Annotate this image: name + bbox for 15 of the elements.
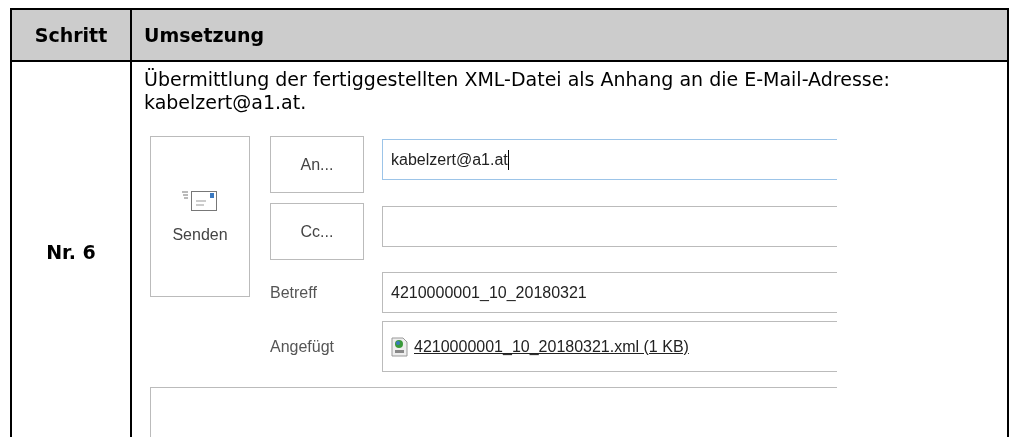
envelope-icon [182,189,218,212]
xml-file-icon [391,336,408,357]
cc-button[interactable]: Cc... [270,203,364,260]
to-button[interactable]: An... [270,136,364,193]
send-button[interactable]: Senden [150,136,250,297]
message-body-field[interactable] [150,387,837,437]
instruction-text: Übermittlung der fertiggestellten XML-Datei als Anhang an die E-Mail-Adresse: kabelzert@a1.at. [144,68,891,114]
column-header: Schritt [12,10,132,62]
cc-field[interactable] [382,206,837,247]
step-cell: Nr. 6 [12,62,132,437]
to-field[interactable]: kabelzert@a1.at [382,139,837,180]
attached-label: Angefügt [270,337,335,356]
column-header: Umsetzung [132,10,1007,62]
subject-field[interactable]: 4210000001_10_20180321 [382,272,837,313]
subject-label: Betreff [270,283,317,302]
